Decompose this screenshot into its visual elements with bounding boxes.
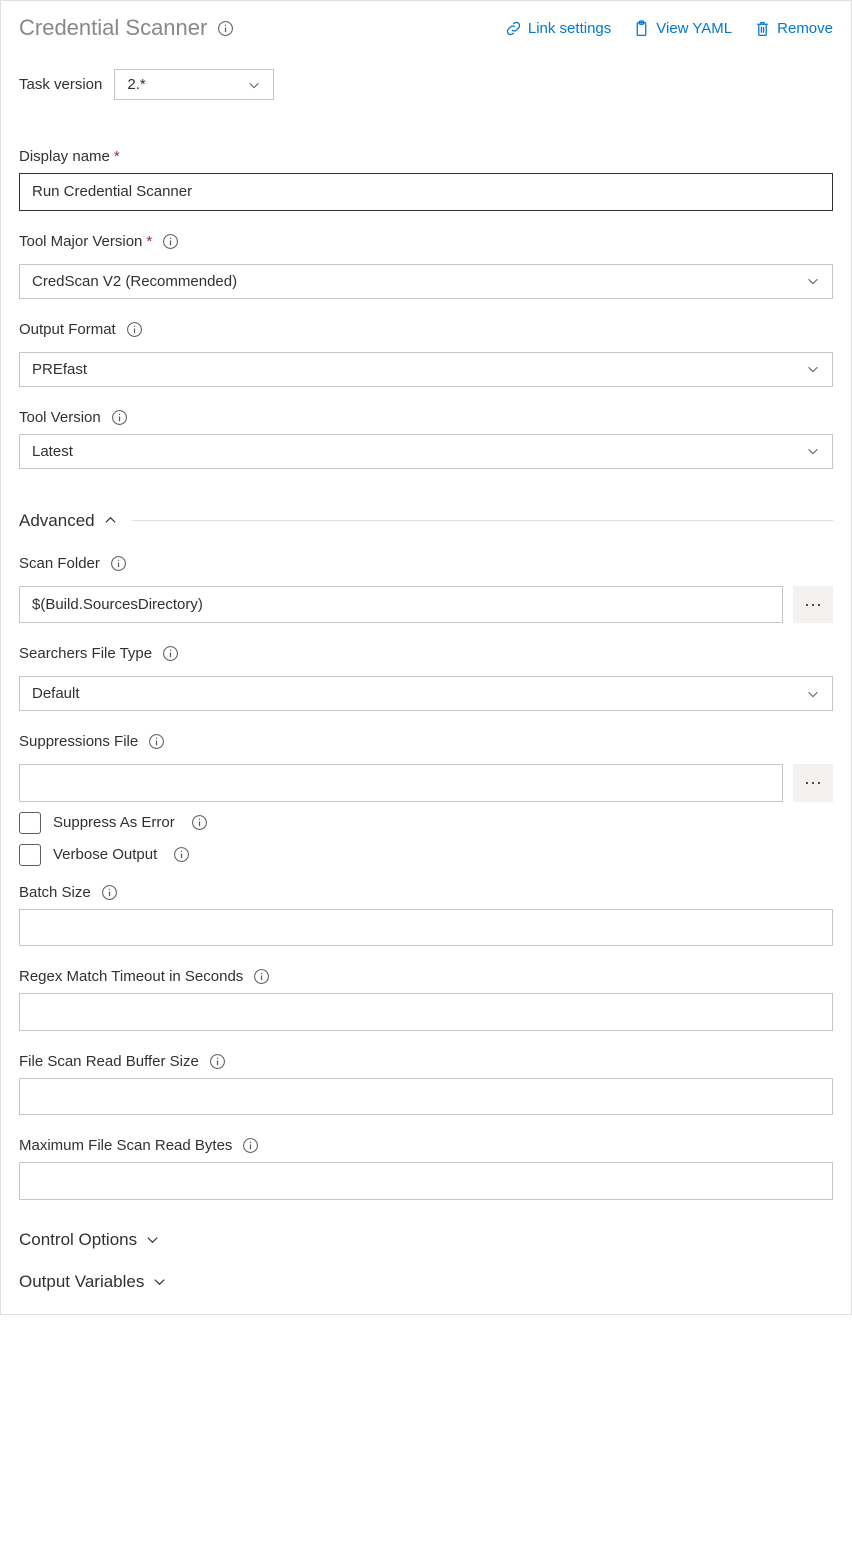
tool-version-select[interactable]: Latest — [19, 434, 833, 469]
verbose-output-label: Verbose Output — [53, 846, 157, 863]
scan-folder-browse-button[interactable]: ··· — [793, 586, 833, 624]
advanced-section-body: Scan Folder ··· Searchers File Type — [19, 555, 833, 1200]
info-icon[interactable] — [162, 645, 179, 662]
suppressions-file-label: Suppressions File — [19, 733, 833, 750]
buffer-size-field: File Scan Read Buffer Size — [19, 1053, 833, 1116]
task-version-label: Task version — [19, 76, 102, 93]
searchers-file-type-select[interactable]: Default — [19, 676, 833, 711]
output-variables-title: Output Variables — [19, 1272, 144, 1292]
max-read-bytes-label: Maximum File Scan Read Bytes — [19, 1137, 833, 1154]
info-icon[interactable] — [111, 409, 128, 426]
searchers-file-type-value: Default — [32, 685, 80, 702]
tool-major-version-value: CredScan V2 (Recommended) — [32, 273, 237, 290]
output-format-field: Output Format PREfast — [19, 321, 833, 387]
regex-timeout-input[interactable] — [19, 993, 833, 1031]
tool-major-version-field: Tool Major Version* CredScan V2 (Recomme… — [19, 233, 833, 299]
scan-folder-label: Scan Folder — [19, 555, 833, 572]
link-settings-button[interactable]: Link settings — [505, 20, 611, 37]
tool-version-value: Latest — [32, 443, 73, 460]
regex-timeout-field: Regex Match Timeout in Seconds — [19, 968, 833, 1031]
verbose-output-row: Verbose Output — [19, 844, 833, 866]
chevron-down-icon — [806, 444, 820, 458]
scan-folder-field: Scan Folder ··· — [19, 555, 833, 624]
info-icon[interactable] — [101, 884, 118, 901]
view-yaml-label: View YAML — [656, 20, 732, 37]
batch-size-label: Batch Size — [19, 884, 833, 901]
task-config-panel: Credential Scanner Link settings View YA… — [0, 0, 852, 1315]
suppressions-file-input[interactable] — [19, 764, 783, 802]
output-format-label: Output Format — [19, 321, 833, 338]
verbose-output-checkbox[interactable] — [19, 844, 41, 866]
display-name-field: Display name* — [19, 148, 833, 211]
info-icon[interactable] — [217, 20, 234, 37]
scan-folder-input[interactable] — [19, 586, 783, 624]
suppress-as-error-row: Suppress As Error — [19, 812, 833, 834]
required-indicator: * — [146, 233, 152, 250]
buffer-size-label: File Scan Read Buffer Size — [19, 1053, 833, 1070]
advanced-section-title: Advanced — [19, 511, 95, 531]
chevron-down-icon — [152, 1274, 167, 1289]
regex-timeout-label: Regex Match Timeout in Seconds — [19, 968, 833, 985]
header-actions: Link settings View YAML Remove — [505, 20, 833, 37]
output-format-value: PREfast — [32, 361, 87, 378]
output-format-select[interactable]: PREfast — [19, 352, 833, 387]
view-yaml-button[interactable]: View YAML — [633, 20, 732, 37]
link-icon — [505, 20, 522, 37]
info-icon[interactable] — [126, 321, 143, 338]
info-icon[interactable] — [162, 233, 179, 250]
link-settings-label: Link settings — [528, 20, 611, 37]
info-icon[interactable] — [191, 814, 208, 831]
clipboard-icon — [633, 20, 650, 37]
chevron-down-icon — [247, 78, 261, 92]
control-options-title: Control Options — [19, 1230, 137, 1250]
chevron-up-icon — [103, 513, 118, 528]
advanced-section-header[interactable]: Advanced — [19, 511, 833, 531]
chevron-down-icon — [806, 362, 820, 376]
display-name-label: Display name* — [19, 148, 833, 165]
tool-major-version-select[interactable]: CredScan V2 (Recommended) — [19, 264, 833, 299]
divider — [132, 520, 833, 521]
task-version-value: 2.* — [127, 76, 145, 93]
searchers-file-type-field: Searchers File Type Default — [19, 645, 833, 711]
tool-version-label: Tool Version — [19, 409, 833, 426]
ellipsis-icon: ··· — [804, 772, 822, 793]
buffer-size-input[interactable] — [19, 1078, 833, 1116]
chevron-down-icon — [806, 274, 820, 288]
ellipsis-icon: ··· — [804, 594, 822, 615]
trash-icon — [754, 20, 771, 37]
remove-label: Remove — [777, 20, 833, 37]
batch-size-field: Batch Size — [19, 884, 833, 947]
tool-major-version-label: Tool Major Version* — [19, 233, 833, 250]
suppress-as-error-label: Suppress As Error — [53, 814, 175, 831]
required-indicator: * — [114, 148, 120, 165]
info-icon[interactable] — [209, 1053, 226, 1070]
batch-size-input[interactable] — [19, 909, 833, 947]
task-version-field: Task version 2.* — [19, 69, 833, 100]
tool-version-field: Tool Version Latest — [19, 409, 833, 469]
task-version-select[interactable]: 2.* — [114, 69, 274, 100]
panel-title: Credential Scanner — [19, 15, 234, 41]
suppress-as-error-checkbox[interactable] — [19, 812, 41, 834]
display-name-input[interactable] — [19, 173, 833, 211]
info-icon[interactable] — [148, 733, 165, 750]
suppressions-file-browse-button[interactable]: ··· — [793, 764, 833, 802]
suppressions-file-field: Suppressions File ··· — [19, 733, 833, 802]
max-read-bytes-input[interactable] — [19, 1162, 833, 1200]
searchers-file-type-label: Searchers File Type — [19, 645, 833, 662]
info-icon[interactable] — [110, 555, 127, 572]
info-icon[interactable] — [253, 968, 270, 985]
panel-header: Credential Scanner Link settings View YA… — [19, 1, 833, 49]
chevron-down-icon — [145, 1232, 160, 1247]
info-icon[interactable] — [173, 846, 190, 863]
chevron-down-icon — [806, 687, 820, 701]
max-read-bytes-field: Maximum File Scan Read Bytes — [19, 1137, 833, 1200]
info-icon[interactable] — [242, 1137, 259, 1154]
panel-title-text: Credential Scanner — [19, 15, 207, 41]
control-options-section-header[interactable]: Control Options — [19, 1230, 833, 1250]
remove-button[interactable]: Remove — [754, 20, 833, 37]
output-variables-section-header[interactable]: Output Variables — [19, 1272, 833, 1292]
